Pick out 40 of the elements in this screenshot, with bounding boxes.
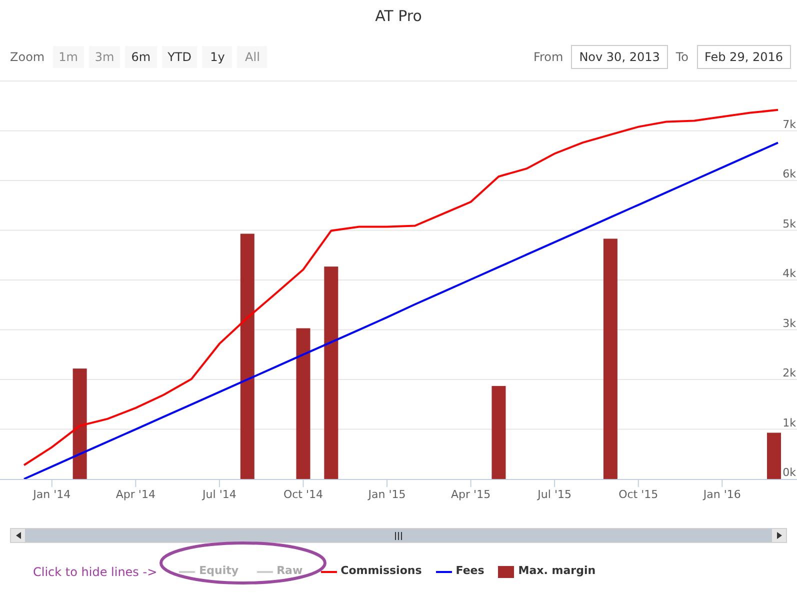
line-symbol-icon [256,570,273,572]
line-symbol-icon [320,570,337,572]
legend-item[interactable]: Max. margin [498,563,596,580]
range-button[interactable]: 6m [125,46,157,68]
to-date-field[interactable]: Feb 29, 2016 [696,45,791,69]
line-symbol-icon [436,570,452,572]
range-button[interactable]: YTD [162,46,198,68]
x-axis-label: Oct '14 [283,488,323,501]
x-axis-label: Jan '16 [703,488,741,501]
legend-item[interactable]: Fees [436,563,484,580]
y-axis-label: 4k [782,267,796,280]
hint-text: Click to hide lines -> [33,564,158,580]
x-axis-label: Oct '15 [618,488,658,501]
x-axis-label: Apr '15 [451,488,491,501]
legend-item[interactable]: Commissions [320,563,422,580]
from-label: From [533,49,564,66]
right-arrow-icon [776,532,782,539]
y-axis-label: 6k [782,168,796,180]
grip-icon [395,532,402,540]
y-axis-label: 3k [782,316,796,330]
x-axis-label: Jan '15 [368,488,406,501]
line-symbol-icon [179,570,196,572]
y-axis-label: 1k [782,416,796,430]
range-button[interactable]: 1y [202,46,232,68]
to-label: To [676,49,688,66]
chart-title: AT Pro [374,6,423,27]
x-axis-label: Jan '14 [33,488,71,501]
scrollbar[interactable] [10,528,787,543]
y-axis-label: 7k [782,118,796,131]
left-arrow-icon [16,532,20,539]
bar [767,432,781,479]
bar-symbol-icon [498,566,514,578]
y-axis-label: 2k [782,366,796,380]
x-axis-label: Jul '14 [202,488,236,501]
y-axis-label: 5k [782,217,796,230]
y-axis-label: 0k [782,466,796,479]
from-date-field[interactable]: Nov 30, 2013 [571,45,668,69]
x-axis-label: Jul '15 [538,488,572,501]
x-axis-label: Apr '14 [116,488,156,501]
zoom-label: Zoom [10,49,45,66]
